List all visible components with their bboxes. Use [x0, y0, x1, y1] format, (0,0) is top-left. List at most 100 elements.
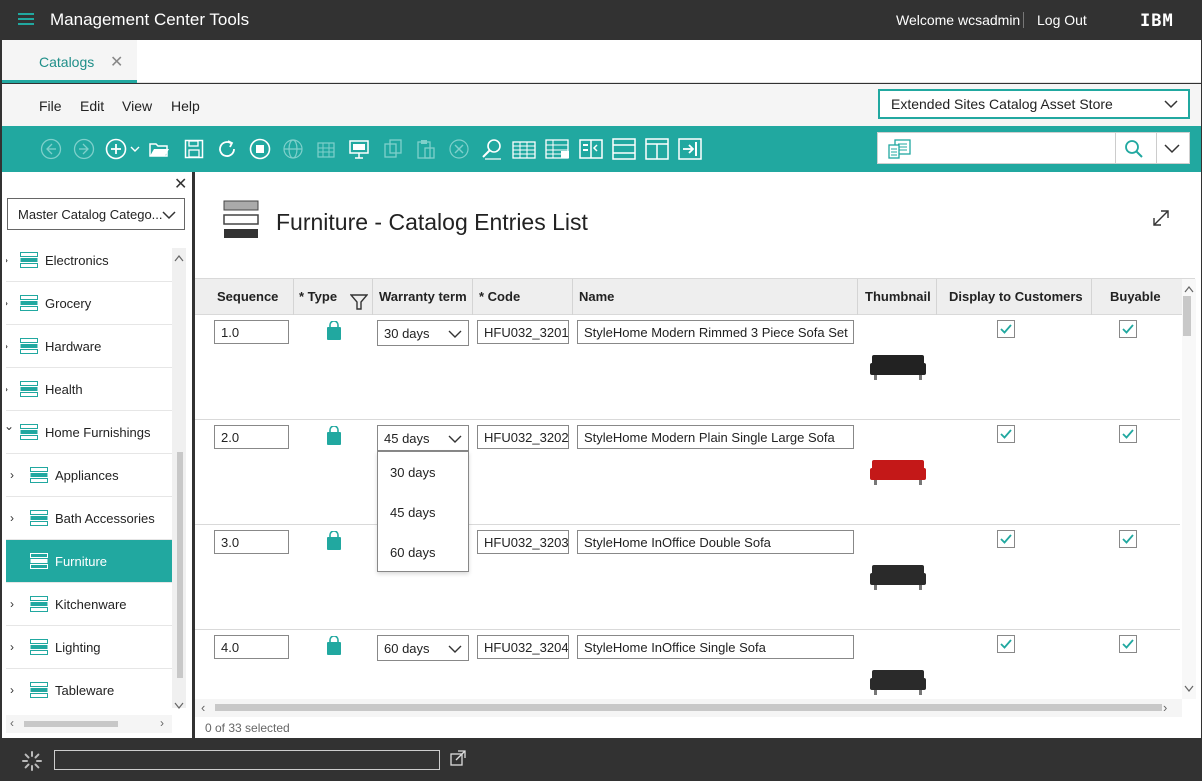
table-row[interactable]: 3.0 HFU032_3203 StyleHome InOffice Double … [195, 525, 1180, 630]
code-field[interactable]: HFU032_3204 [477, 635, 569, 659]
name-field[interactable]: StyleHome InOffice Single Sofa [577, 635, 854, 659]
tree-item[interactable]: › Tableware [6, 669, 172, 709]
chevron-right-icon[interactable]: › [10, 640, 14, 654]
open-folder-icon[interactable] [148, 138, 170, 160]
chevron-down-icon[interactable] [174, 702, 184, 710]
forward-icon[interactable] [73, 138, 95, 160]
delete-icon[interactable] [448, 138, 470, 160]
split-horizontal-icon[interactable] [612, 138, 636, 160]
chevron-right-icon[interactable]: › [6, 253, 8, 267]
chevron-right-icon[interactable]: › [6, 296, 8, 310]
tree-item[interactable]: › Lighting [6, 626, 172, 669]
display-checkbox[interactable] [997, 425, 1015, 443]
store-select[interactable]: Extended Sites Catalog Asset Store [878, 89, 1190, 119]
name-field[interactable]: StyleHome Modern Rimmed 3 Piece Sofa Set [577, 320, 854, 344]
chevron-down-icon[interactable] [1184, 685, 1194, 693]
compare-icon[interactable] [578, 138, 604, 160]
chevron-right-icon[interactable]: › [160, 716, 164, 730]
sequence-field[interactable]: 4.0 [214, 635, 289, 659]
columns-icon[interactable] [315, 138, 337, 160]
dropdown-option[interactable]: 30 days [390, 465, 436, 480]
name-field[interactable]: StyleHome Modern Plain Single Large Sofa [577, 425, 854, 449]
tree-item[interactable]: › Kitchenware [6, 583, 172, 626]
column-header-thumbnail[interactable]: Thumbnail [865, 289, 931, 304]
column-header-warranty[interactable]: Warranty term [379, 289, 467, 304]
table-row[interactable]: 2.0 45 days HFU032_3202 StyleHome Modern Pl… [195, 420, 1180, 525]
globe-icon[interactable] [282, 138, 304, 160]
chevron-right-icon[interactable]: › [10, 597, 14, 611]
expand-icon[interactable] [1151, 208, 1171, 228]
tree-h-thumb[interactable] [24, 721, 118, 727]
code-field[interactable]: HFU032_3201 [477, 320, 569, 344]
display-checkbox[interactable] [997, 320, 1015, 338]
code-field[interactable]: HFU032_3203 [477, 530, 569, 554]
presentation-icon[interactable] [348, 138, 370, 160]
status-message-field[interactable] [54, 750, 440, 770]
column-header-sequence[interactable]: Sequence [217, 289, 278, 304]
find-icon[interactable] [481, 138, 503, 160]
grid-scroll-thumb[interactable] [1183, 296, 1191, 336]
column-header-name[interactable]: Name [579, 289, 614, 304]
chevron-right-icon[interactable]: › [1163, 700, 1167, 715]
display-checkbox[interactable] [997, 635, 1015, 653]
sequence-field[interactable]: 3.0 [214, 530, 289, 554]
tree-item[interactable]: ⌄ Home Furnishings [6, 411, 172, 454]
save-icon[interactable] [183, 138, 205, 160]
refresh-icon[interactable] [216, 138, 238, 160]
tree-h-scrollbar[interactable]: ‹ › [6, 715, 172, 733]
menu-file[interactable]: File [39, 98, 62, 114]
column-header-type[interactable]: * Type [299, 289, 337, 304]
name-field[interactable]: StyleHome InOffice Double Sofa [577, 530, 854, 554]
buyable-checkbox[interactable] [1119, 635, 1137, 653]
code-field[interactable]: HFU032_3202 [477, 425, 569, 449]
chevron-left-icon[interactable]: ‹ [10, 716, 14, 730]
copy-icon[interactable] [382, 138, 404, 160]
column-header-display[interactable]: Display to Customers [949, 289, 1083, 304]
split-vertical-icon[interactable] [645, 138, 669, 160]
tab-close-icon[interactable]: ✕ [110, 52, 123, 72]
export-icon[interactable] [678, 138, 702, 160]
tree-item[interactable]: › Hardware [6, 325, 172, 368]
search-type-icon[interactable] [888, 139, 912, 159]
grid-icon[interactable] [511, 138, 539, 160]
buyable-checkbox[interactable] [1119, 320, 1137, 338]
chevron-up-icon[interactable] [174, 254, 184, 262]
grid-h-thumb[interactable] [215, 704, 1162, 711]
display-checkbox[interactable] [997, 530, 1015, 548]
warranty-select[interactable]: 45 days [377, 425, 469, 451]
new-icon[interactable] [105, 138, 145, 160]
table-row[interactable]: 1.0 30 days HFU032_3201 StyleHome Modern Ri… [195, 315, 1180, 420]
chevron-down-icon[interactable] [1164, 141, 1180, 157]
dropdown-option[interactable]: 60 days [390, 545, 436, 560]
back-icon[interactable] [40, 138, 62, 160]
catalog-filter-select[interactable]: Master Catalog Catego... [7, 198, 185, 230]
tree-item[interactable]: › Health [6, 368, 172, 411]
chevron-left-icon[interactable]: ‹ [201, 700, 205, 715]
column-header-code[interactable]: * Code [479, 289, 520, 304]
stop-icon[interactable] [249, 138, 271, 160]
chevron-right-icon[interactable]: › [6, 339, 8, 353]
buyable-checkbox[interactable] [1119, 530, 1137, 548]
grid-scrollbar[interactable] [1182, 279, 1196, 699]
filter-icon[interactable] [350, 293, 368, 311]
dropdown-option[interactable]: 45 days [390, 505, 436, 520]
menu-edit[interactable]: Edit [80, 98, 104, 114]
warranty-select[interactable]: 60 days [377, 635, 469, 661]
buyable-checkbox[interactable] [1119, 425, 1137, 443]
sequence-field[interactable]: 1.0 [214, 320, 289, 344]
chevron-right-icon[interactable]: › [10, 468, 14, 482]
tree-item[interactable]: › Bath Accessories [6, 497, 172, 540]
search-input[interactable] [920, 135, 1110, 161]
warranty-select[interactable]: 30 days [377, 320, 469, 346]
tree-item[interactable]: › Grocery [6, 282, 172, 325]
menu-help[interactable]: Help [171, 98, 200, 114]
hamburger-menu-icon[interactable] [18, 13, 34, 26]
table-row[interactable]: 4.0 60 days HFU032_3204 StyleHome InOffice … [195, 630, 1180, 728]
sequence-field[interactable]: 2.0 [214, 425, 289, 449]
tree-scroll-thumb[interactable] [177, 452, 183, 678]
search-icon[interactable] [1124, 139, 1144, 159]
chevron-right-icon[interactable]: › [10, 511, 14, 525]
chevron-up-icon[interactable] [1184, 285, 1194, 293]
tree-item[interactable]: › Electronics [6, 239, 172, 282]
paste-icon[interactable] [415, 138, 437, 160]
